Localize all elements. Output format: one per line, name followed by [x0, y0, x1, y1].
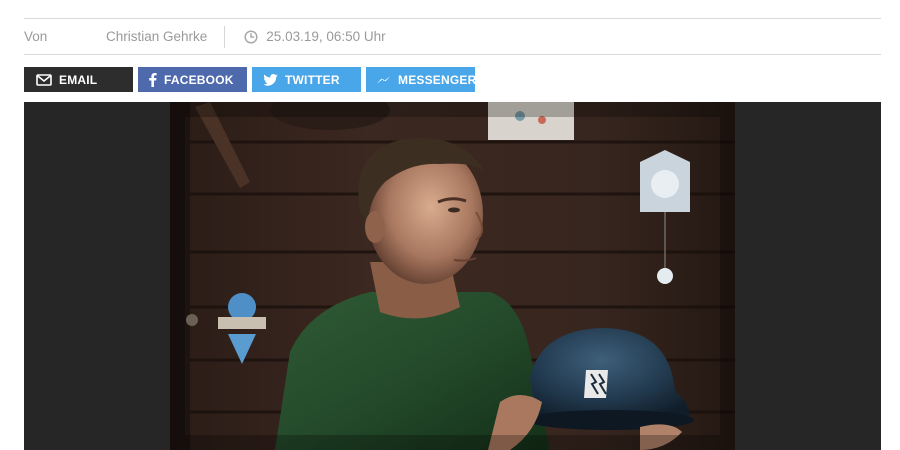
share-email-button[interactable]: EMAIL — [24, 67, 133, 92]
byline: Von Christian Gehrke 25.03.19, 06:50 Uhr — [24, 19, 386, 54]
byline-separator — [224, 25, 226, 48]
publish-timestamp: 25.03.19, 06:50 Uhr — [266, 29, 386, 44]
photo-illustration — [170, 102, 735, 450]
facebook-icon — [148, 72, 157, 87]
messenger-icon — [376, 74, 391, 86]
divider-bottom — [24, 54, 881, 55]
byline-prefix: Von — [24, 29, 48, 44]
clock-icon — [244, 29, 258, 44]
envelope-icon — [36, 73, 52, 86]
article-media — [24, 102, 881, 450]
share-facebook-label: FACEBOOK — [164, 72, 234, 87]
author-name[interactable]: Christian Gehrke — [106, 29, 224, 44]
share-messenger-label: MESSENGER — [398, 72, 477, 87]
share-email-label: EMAIL — [59, 72, 98, 87]
article-header: Von Christian Gehrke 25.03.19, 06:50 Uhr… — [0, 0, 900, 450]
share-messenger-button[interactable]: MESSENGER — [366, 67, 477, 92]
article-photo[interactable] — [170, 102, 735, 450]
share-bar: EMAIL FACEBOOK TWITTER MESSENGER — [24, 67, 477, 92]
twitter-bird-icon — [263, 73, 278, 86]
share-facebook-button[interactable]: FACEBOOK — [138, 67, 247, 92]
share-twitter-label: TWITTER — [285, 72, 340, 87]
share-twitter-button[interactable]: TWITTER — [252, 67, 361, 92]
